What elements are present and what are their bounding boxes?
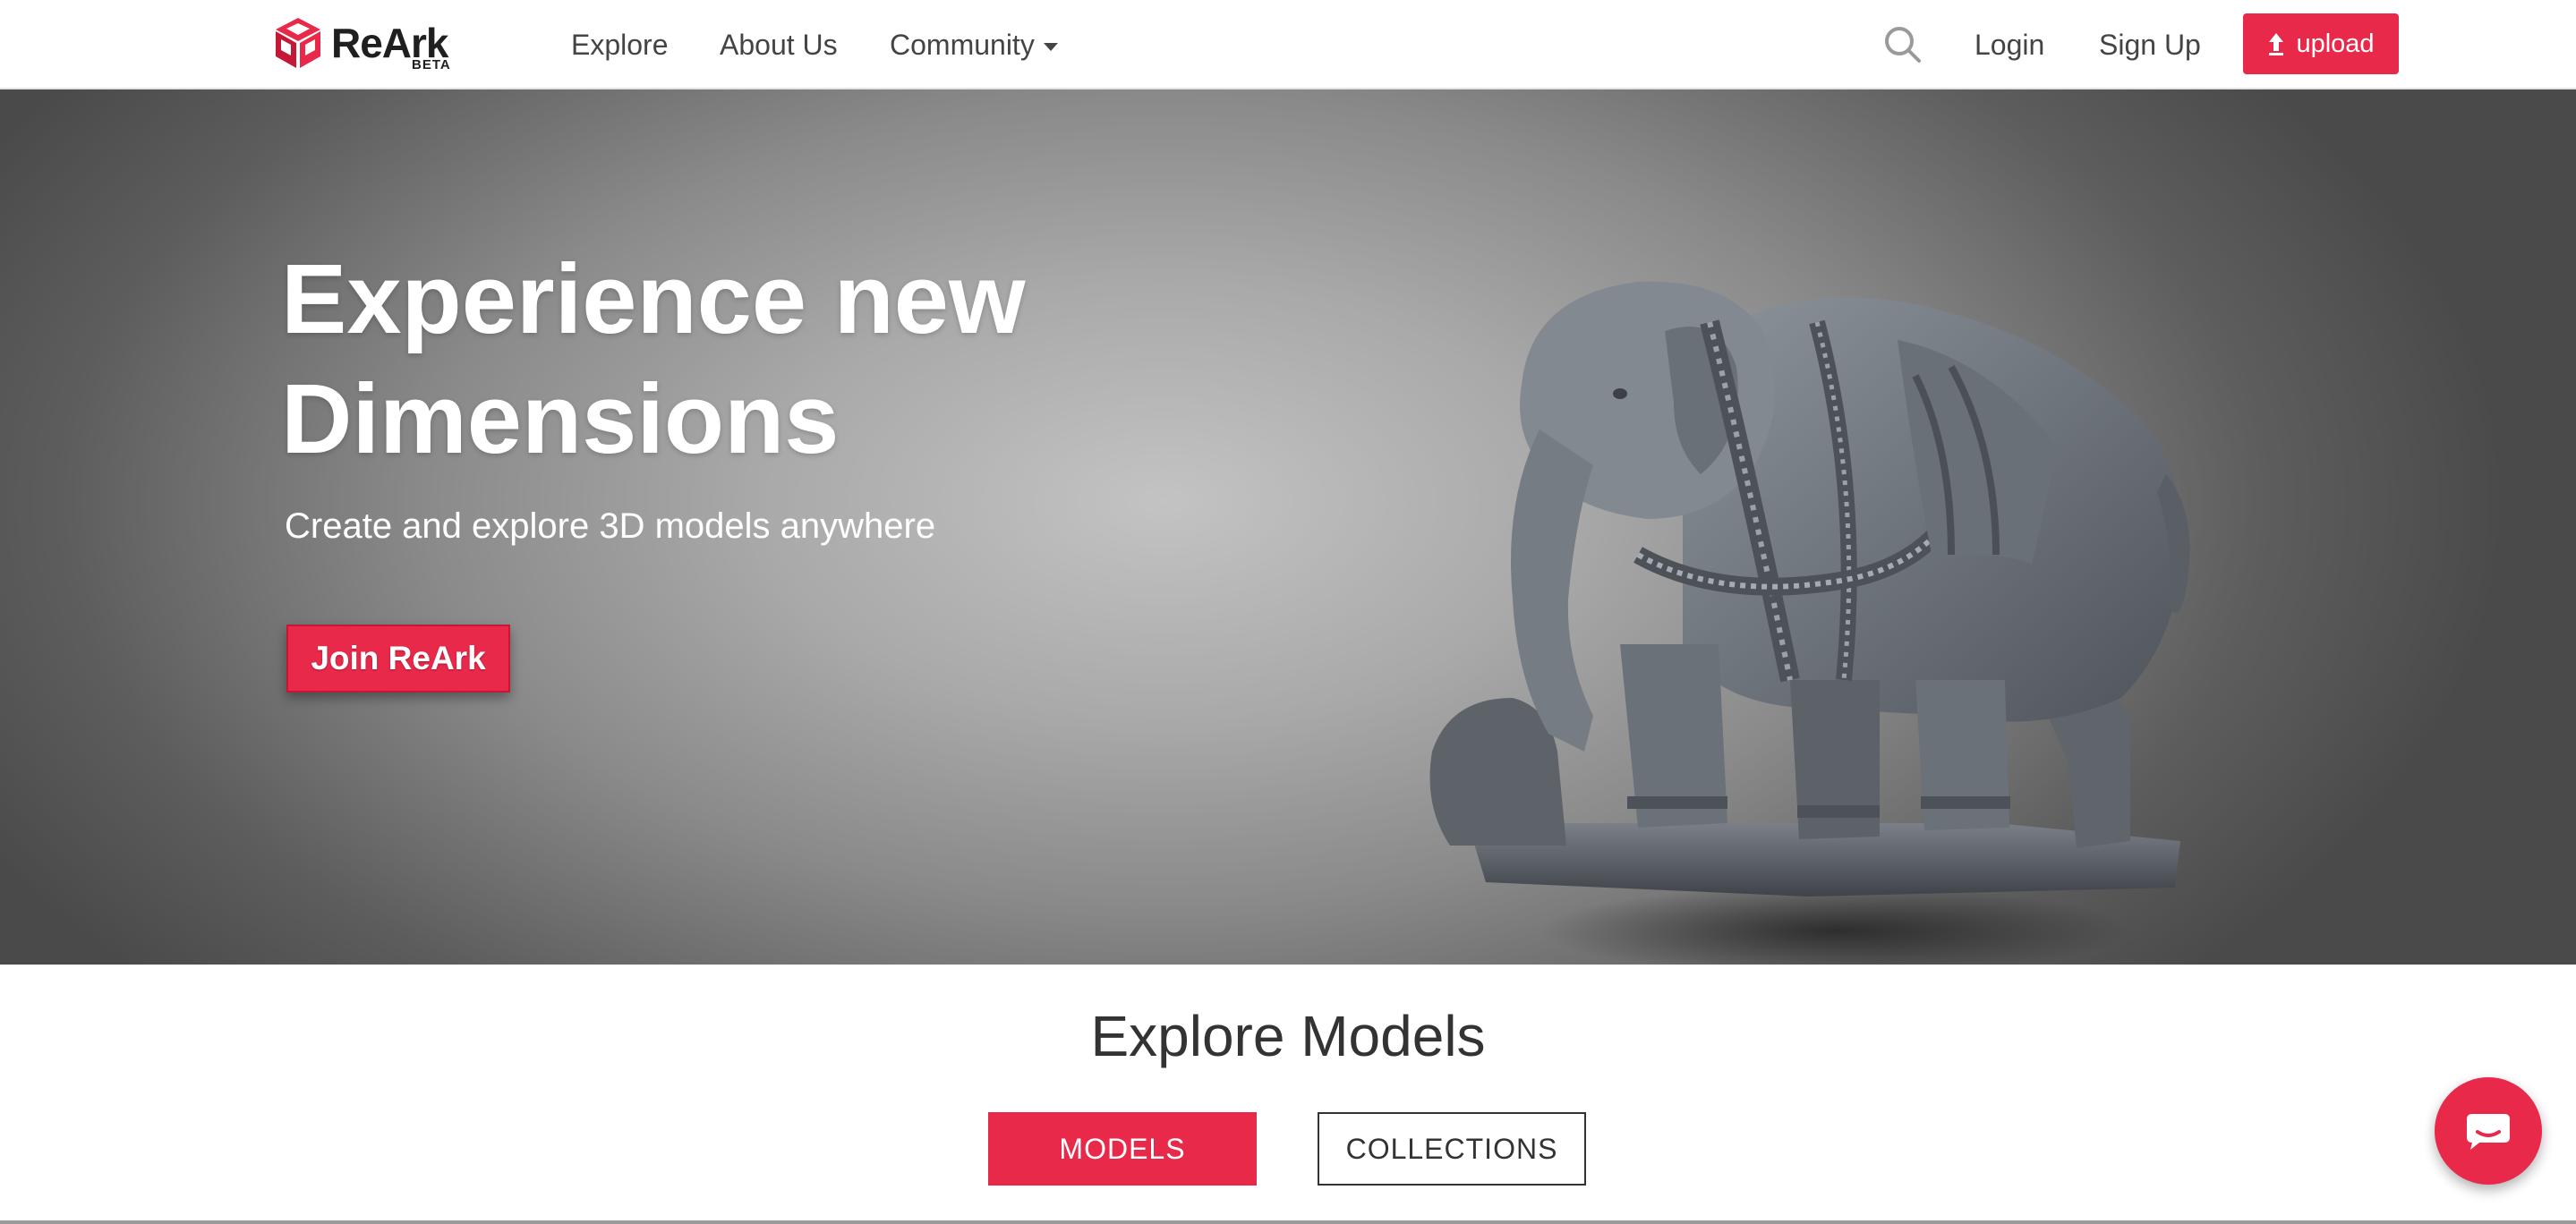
signup-link[interactable]: Sign Up bbox=[2099, 23, 2201, 66]
elephant-sculpture-image bbox=[1429, 281, 2190, 965]
section-divider bbox=[0, 1220, 2576, 1224]
beta-badge: BETA bbox=[412, 57, 451, 72]
upload-button[interactable]: upload bbox=[2243, 13, 2399, 74]
join-reark-button[interactable]: Join ReArk bbox=[286, 625, 510, 693]
login-link[interactable]: Login bbox=[1975, 23, 2044, 66]
nav-explore[interactable]: Explore bbox=[571, 23, 669, 66]
hero-title-line1: Experience new bbox=[281, 244, 1026, 354]
explore-models-heading: Explore Models bbox=[1090, 1004, 1486, 1068]
hero-title-line2: Dimensions bbox=[281, 364, 840, 474]
nav-community-label: Community bbox=[890, 29, 1035, 61]
search-icon[interactable] bbox=[1883, 25, 1923, 64]
tab-models[interactable]: MODELS bbox=[988, 1112, 1257, 1186]
top-navbar: ReArk BETA Explore About Us Community Lo… bbox=[0, 0, 2576, 89]
tab-collections[interactable]: COLLECTIONS bbox=[1318, 1112, 1586, 1186]
chat-icon bbox=[2467, 1114, 2510, 1150]
caret-down-icon bbox=[1043, 43, 1058, 52]
brand-logo[interactable]: ReArk BETA bbox=[274, 14, 471, 72]
nav-about-us[interactable]: About Us bbox=[720, 23, 838, 66]
hero-subtitle: Create and explore 3D models anywhere bbox=[285, 506, 936, 546]
upload-arrow-icon bbox=[2269, 33, 2284, 55]
upload-label: upload bbox=[2296, 29, 2375, 58]
nav-community[interactable]: Community bbox=[890, 23, 1058, 66]
hero-banner: Experience new Dimensions Create and exp… bbox=[0, 89, 2576, 965]
hero-title: Experience new Dimensions bbox=[281, 240, 1087, 480]
chat-launcher-button[interactable] bbox=[2435, 1077, 2542, 1185]
cube-logo-icon bbox=[276, 18, 320, 68]
